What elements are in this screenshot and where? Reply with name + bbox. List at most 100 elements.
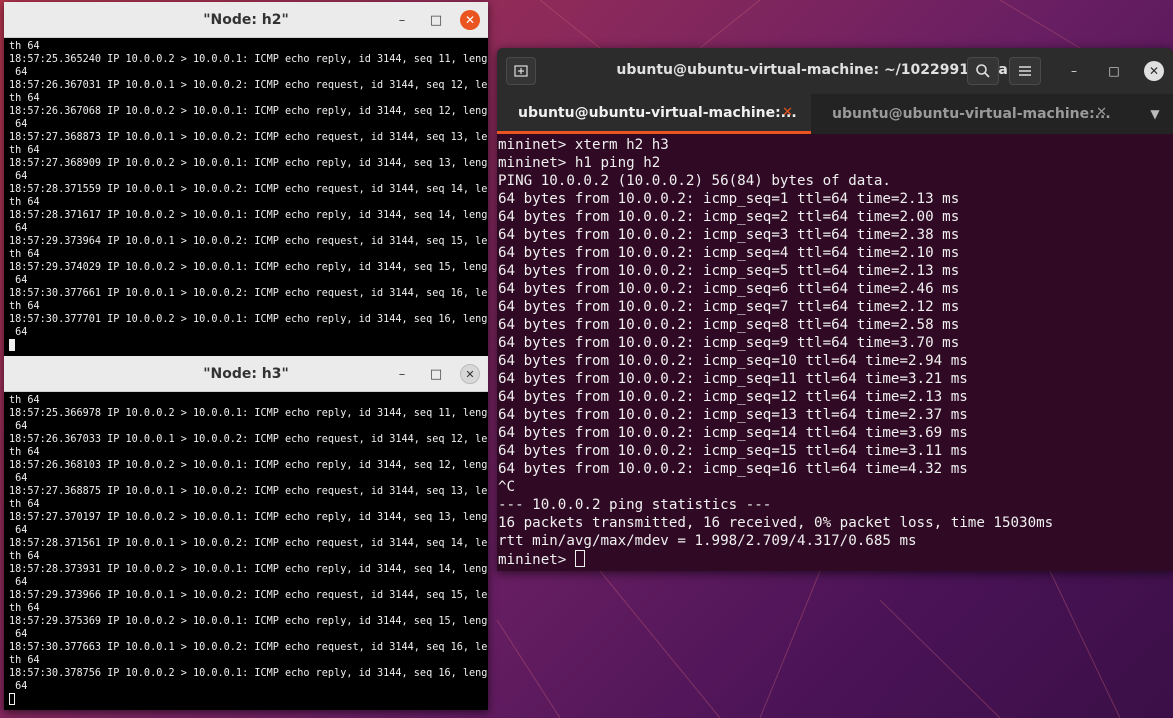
output-line: th 64 [9,41,40,52]
output-line: 18:57:28.373931 IP 10.0.0.2 > 10.0.0.1: … [9,564,488,575]
tab-2[interactable]: ubuntu@ubuntu-virtual-machine:... ✕ [811,94,1125,134]
scrollbar[interactable] [1168,178,1171,571]
text-cursor [9,339,15,351]
minimize-icon[interactable]: – [392,10,412,30]
output-line: --- 10.0.0.2 ping statistics --- [498,497,772,513]
xterm-titlebar-h3[interactable]: "Node: h3" – □ ✕ [4,356,488,392]
output-line: 64 [9,223,28,234]
output-line: 64 bytes from 10.0.0.2: icmp_seq=16 ttl=… [498,461,968,477]
output-line: 64 bytes from 10.0.0.2: icmp_seq=9 ttl=6… [498,335,960,351]
output-line: th 64 [9,551,40,562]
output-line: 18:57:30.377701 IP 10.0.0.2 > 10.0.0.1: … [9,314,488,325]
terminal-tabbar: ubuntu@ubuntu-virtual-machine:... ✕ ubun… [497,94,1173,134]
hamburger-menu-icon [1019,66,1031,76]
output-line: 64 bytes from 10.0.0.2: icmp_seq=15 ttl=… [498,443,968,459]
output-line: th 64 [9,145,40,156]
output-line: 18:57:28.371617 IP 10.0.0.2 > 10.0.0.1: … [9,210,488,221]
output-line: 18:57:29.375369 IP 10.0.0.2 > 10.0.0.1: … [9,616,488,627]
maximize-icon[interactable]: □ [426,364,446,384]
output-line: 64 bytes from 10.0.0.2: icmp_seq=4 ttl=6… [498,245,960,261]
search-icon [976,64,990,78]
output-line: th 64 [9,603,40,614]
output-line: 18:57:25.365240 IP 10.0.0.2 > 10.0.0.1: … [9,54,488,65]
output-line: 18:57:30.377663 IP 10.0.0.1 > 10.0.0.2: … [9,642,488,653]
terminal-output-h2[interactable]: th 64 18:57:25.365240 IP 10.0.0.2 > 10.0.… [4,38,488,353]
output-line: 64 [9,327,28,338]
output-line: 64 [9,119,28,130]
output-line: 64 [9,525,28,536]
output-line: 64 [9,67,28,78]
xterm-window-h2[interactable]: "Node: h2" – □ ✕ th 64 18:57:25.365240 IP… [4,2,488,356]
output-line: 18:57:30.377661 IP 10.0.0.1 > 10.0.0.2: … [9,288,488,299]
close-icon[interactable]: ✕ [1144,61,1164,81]
output-line: th 64 [9,249,40,260]
output-line: 64 bytes from 10.0.0.2: icmp_seq=8 ttl=6… [498,317,960,333]
tab-list-chevron-down-icon[interactable]: ▼ [1143,94,1167,134]
terminal-headerbar[interactable]: ubuntu@ubuntu-virtual-machine: ~/1022991… [497,48,1173,94]
output-line: th 64 [9,93,40,104]
output-line: th 64 [9,447,40,458]
output-line: 64 bytes from 10.0.0.2: icmp_seq=13 ttl=… [498,407,968,423]
output-line: 64 bytes from 10.0.0.2: icmp_seq=10 ttl=… [498,353,968,369]
maximize-icon[interactable]: □ [1104,61,1124,81]
output-line: 18:57:28.371561 IP 10.0.0.1 > 10.0.0.2: … [9,538,488,549]
output-line: 64 [9,681,28,692]
output-line: 18:57:29.374029 IP 10.0.0.2 > 10.0.0.1: … [9,262,488,273]
output-line: 64 [9,421,28,432]
shell-prompt: mininet> [498,552,575,568]
search-button[interactable] [967,57,999,85]
xterm-titlebar-h2[interactable]: "Node: h2" – □ ✕ [4,2,488,38]
output-line: 64 bytes from 10.0.0.2: icmp_seq=3 ttl=6… [498,227,960,243]
close-icon[interactable]: ✕ [460,364,480,384]
gnome-terminal-window[interactable]: ubuntu@ubuntu-virtual-machine: ~/1022991… [497,48,1173,571]
output-line: 64 bytes from 10.0.0.2: icmp_seq=5 ttl=6… [498,263,960,279]
terminal-output-main[interactable]: mininet> xterm h2 h3 mininet> h1 ping h2 P… [497,134,1173,569]
output-line: 18:57:25.366978 IP 10.0.0.2 > 10.0.0.1: … [9,408,488,419]
output-line: 64 bytes from 10.0.0.2: icmp_seq=14 ttl=… [498,425,968,441]
text-cursor [9,693,15,705]
xterm-window-h3[interactable]: "Node: h3" – □ ✕ th 64 18:57:25.366978 IP… [4,356,488,710]
output-line: 64 [9,171,28,182]
window-title: "Node: h2" [203,11,289,28]
output-line: 64 bytes from 10.0.0.2: icmp_seq=1 ttl=6… [498,191,960,207]
output-line: 18:57:27.368875 IP 10.0.0.1 > 10.0.0.2: … [9,486,488,497]
output-line: 18:57:29.373964 IP 10.0.0.1 > 10.0.0.2: … [9,236,488,247]
output-line: th 64 [9,655,40,666]
tab-label: ubuntu@ubuntu-virtual-machine:... [518,104,797,121]
tab-close-icon[interactable]: ✕ [1096,105,1107,120]
output-line: 18:57:29.373966 IP 10.0.0.1 > 10.0.0.2: … [9,590,488,601]
output-line: th 64 [9,301,40,312]
output-line: 64 bytes from 10.0.0.2: icmp_seq=7 ttl=6… [498,299,960,315]
minimize-icon[interactable]: – [392,364,412,384]
minimize-icon[interactable]: – [1064,61,1084,81]
output-line: 18:57:26.367033 IP 10.0.0.1 > 10.0.0.2: … [9,434,488,445]
output-line: 18:57:28.371559 IP 10.0.0.1 > 10.0.0.2: … [9,184,488,195]
output-line: 18:57:27.368909 IP 10.0.0.2 > 10.0.0.1: … [9,158,488,169]
maximize-icon[interactable]: □ [426,10,446,30]
output-line: 18:57:30.378756 IP 10.0.0.2 > 10.0.0.1: … [9,668,488,679]
menu-button[interactable] [1009,57,1041,85]
terminal-output-h3[interactable]: th 64 18:57:25.366978 IP 10.0.0.2 > 10.0.… [4,392,488,707]
output-line: 64 bytes from 10.0.0.2: icmp_seq=11 ttl=… [498,371,968,387]
output-line: 64 bytes from 10.0.0.2: icmp_seq=6 ttl=6… [498,281,960,297]
output-line: 64 [9,275,28,286]
output-line: 64 [9,473,28,484]
output-line: 64 [9,629,28,640]
output-line: 16 packets transmitted, 16 received, 0% … [498,515,1054,531]
output-line: th 64 [9,395,40,406]
tab-close-icon[interactable]: ✕ [782,105,793,120]
output-line: 18:57:26.367068 IP 10.0.0.2 > 10.0.0.1: … [9,106,488,117]
output-line: mininet> xterm h2 h3 [498,137,669,153]
tab-1[interactable]: ubuntu@ubuntu-virtual-machine:... ✕ [497,94,811,134]
output-line: th 64 [9,499,40,510]
close-icon[interactable]: ✕ [460,10,480,30]
output-line: 64 [9,577,28,588]
output-line: 18:57:27.368873 IP 10.0.0.1 > 10.0.0.2: … [9,132,488,143]
output-line: 18:57:26.367031 IP 10.0.0.1 > 10.0.0.2: … [9,80,488,91]
text-cursor [574,550,585,567]
output-line: mininet> h1 ping h2 [498,155,661,171]
tab-label: ubuntu@ubuntu-virtual-machine:... [832,106,1111,122]
window-title: "Node: h3" [203,365,289,382]
output-line: PING 10.0.0.2 (10.0.0.2) 56(84) bytes of… [498,173,891,189]
output-line: 64 bytes from 10.0.0.2: icmp_seq=2 ttl=6… [498,209,960,225]
